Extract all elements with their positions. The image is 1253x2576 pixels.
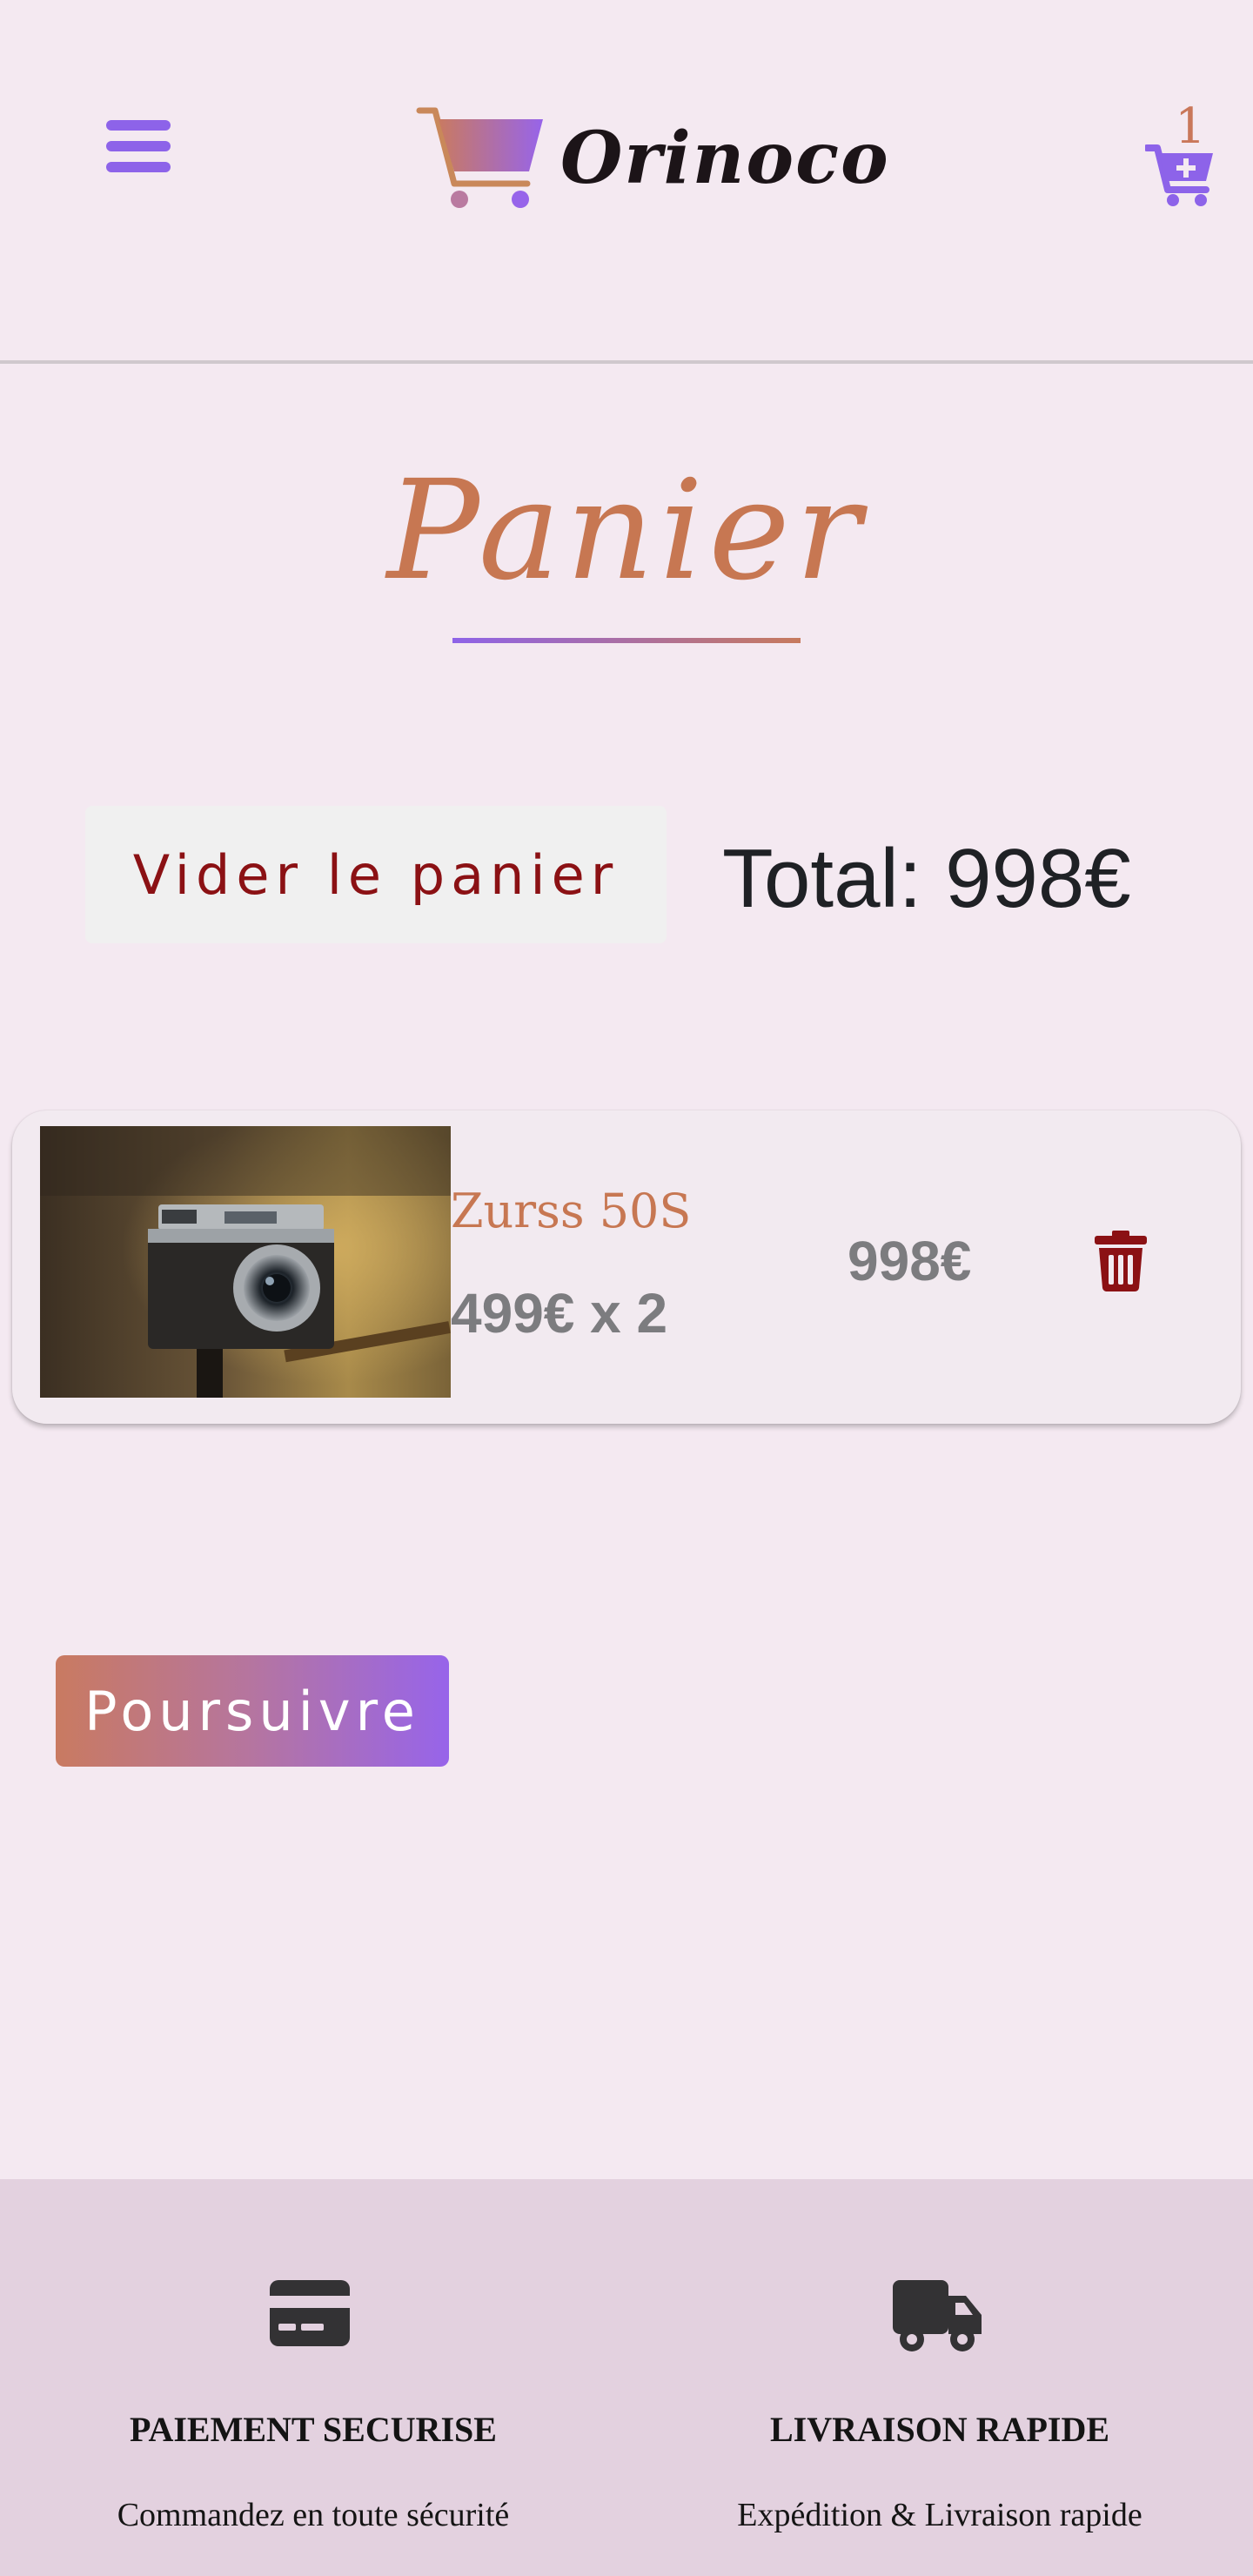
feature-text: Commandez en toute sécurité [117,2497,510,2533]
title-underline [452,638,801,643]
cart-button[interactable]: 1 [1140,101,1216,206]
brand-logo[interactable]: Orinoco [416,97,890,219]
site-footer: PAIEMENT SECURISE Commandez en toute séc… [0,2179,1253,2576]
cart-total: Total: 998€ [722,832,1131,925]
product-image[interactable] [40,1126,451,1398]
cart-add-icon [1145,144,1213,206]
feature-title: LIVRAISON RAPIDE [769,2410,1110,2449]
page-title: Panier [386,451,867,611]
header-divider [0,360,1253,364]
brand-name: Orinoco [560,117,890,200]
product-subtotal: 998€ [848,1230,972,1292]
continue-button[interactable]: Poursuivre [56,1655,449,1767]
logo-cart-icon [416,107,543,208]
product-name-link[interactable]: Zurss 50S [451,1184,781,1238]
feature-fast-delivery: LIVRAISON RAPIDE Expédition & Livraison … [626,2179,1253,2576]
site-header: Orinoco 1 [0,0,1253,364]
feature-secure-payment: PAIEMENT SECURISE Commandez en toute séc… [0,2179,626,2576]
product-unit-price: 499€ x 2 [451,1282,668,1345]
empty-cart-button[interactable]: Vider le panier [85,806,667,943]
feature-text: Expédition & Livraison rapide [737,2497,1142,2533]
credit-card-icon [270,2280,350,2350]
trash-icon[interactable] [1095,1231,1161,1305]
menu-icon[interactable] [106,117,172,176]
truck-icon [893,2280,983,2357]
cart-item: Zurss 50S 499€ x 2 998€ [12,1110,1241,1424]
feature-title: PAIEMENT SECURISE [130,2410,497,2449]
cart-page: Orinoco 1 Panier Vider le panier Total: … [0,0,1253,2576]
